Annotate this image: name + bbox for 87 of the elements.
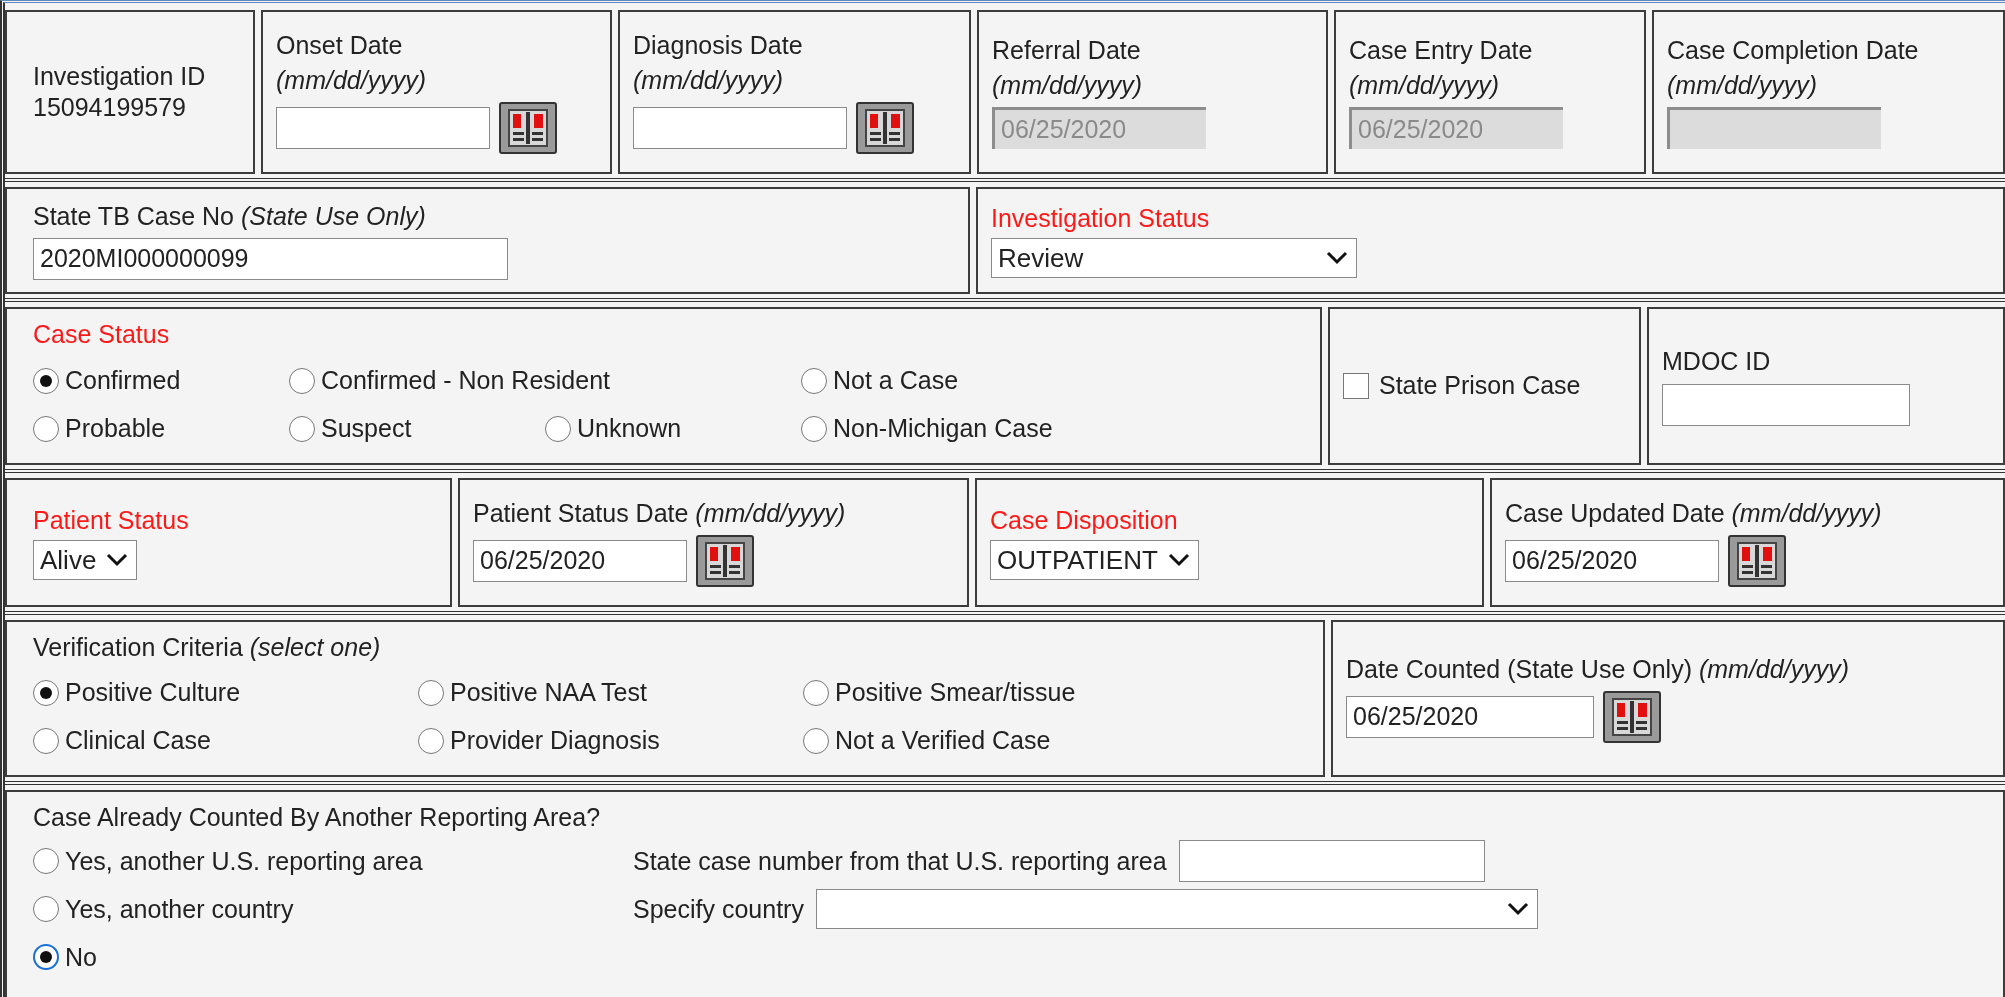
radio-option[interactable]: Confirmed bbox=[33, 361, 181, 400]
dropdown[interactable]: Review bbox=[991, 238, 1357, 279]
field-label: Onset Date bbox=[276, 29, 404, 61]
radio-button[interactable] bbox=[33, 728, 59, 755]
field-label: Diagnosis Date bbox=[633, 29, 804, 61]
checkbox[interactable] bbox=[1343, 373, 1369, 399]
calendar-icon bbox=[705, 542, 745, 581]
radio-button[interactable] bbox=[33, 896, 59, 923]
calendar-button[interactable] bbox=[499, 102, 557, 155]
radio-option[interactable]: Suspect bbox=[289, 409, 412, 448]
field-label: Date Counted (State Use Only) (mm/dd/yyyy) bbox=[1346, 653, 1850, 685]
radio-option[interactable]: Clinical Case bbox=[33, 722, 211, 760]
radio-option[interactable]: Not a Verified Case bbox=[803, 722, 1051, 760]
radio-option[interactable]: Not a Case bbox=[801, 361, 959, 400]
radio-button[interactable] bbox=[803, 728, 829, 755]
field-label: MDOC ID bbox=[1662, 346, 1772, 378]
calendar-button[interactable] bbox=[1728, 535, 1786, 588]
date-field[interactable] bbox=[633, 107, 847, 150]
radio-button[interactable] bbox=[418, 680, 444, 707]
field-label: Case Already Counted By Another Reporting Area? bbox=[33, 802, 602, 833]
format-hint: (mm/dd/yyyy) bbox=[1667, 70, 1818, 101]
radio-button[interactable] bbox=[289, 367, 315, 394]
format-hint: (mm/dd/yyyy) bbox=[276, 65, 427, 96]
format-hint: (mm/dd/yyyy) bbox=[992, 70, 1143, 101]
chevron-down-icon bbox=[106, 553, 129, 568]
date-field[interactable]: 06/25/2020 bbox=[1346, 696, 1594, 739]
format-hint: (mm/dd/yyyy) bbox=[633, 65, 784, 96]
calendar-button[interactable] bbox=[856, 102, 914, 155]
radio-option[interactable]: Positive Culture bbox=[33, 674, 241, 712]
calendar-icon bbox=[508, 109, 548, 148]
radio-option[interactable]: Yes, another country bbox=[33, 890, 294, 928]
date-field[interactable]: 06/25/2020 bbox=[1505, 540, 1719, 583]
dropdown[interactable] bbox=[815, 889, 1538, 930]
calendar-icon bbox=[1612, 698, 1652, 737]
field-label: Case Updated Date (mm/dd/yyyy) bbox=[1505, 497, 1883, 529]
radio-option[interactable]: Probable bbox=[33, 409, 166, 448]
radio-button[interactable] bbox=[33, 680, 59, 707]
text-field[interactable] bbox=[1662, 383, 1910, 426]
field-label: Case Disposition bbox=[990, 504, 1179, 536]
field-label: Case Entry Date bbox=[1349, 34, 1534, 66]
date-field[interactable] bbox=[276, 107, 490, 150]
field-label: Specify country bbox=[633, 893, 804, 925]
radio-option[interactable]: No bbox=[33, 938, 97, 976]
field-label: Case Completion Date bbox=[1667, 34, 1920, 66]
radio-button[interactable] bbox=[418, 728, 444, 755]
radio-button[interactable] bbox=[803, 680, 829, 707]
radio-button[interactable] bbox=[545, 415, 571, 442]
calendar-button[interactable] bbox=[696, 535, 754, 588]
radio-option[interactable]: Unknown bbox=[545, 409, 682, 448]
radio-button[interactable] bbox=[801, 367, 827, 394]
dropdown[interactable]: Alive bbox=[33, 540, 138, 581]
field-label: Case Status bbox=[33, 319, 171, 351]
radio-option[interactable]: Provider Diagnosis bbox=[418, 722, 660, 760]
calendar-icon bbox=[865, 109, 905, 148]
radio-button[interactable] bbox=[33, 848, 59, 875]
radio-option[interactable]: Non-Michigan Case bbox=[801, 409, 1053, 448]
radio-option[interactable]: Yes, another U.S. reporting area bbox=[33, 842, 423, 880]
text-field[interactable]: 2020MI000000099 bbox=[33, 238, 508, 281]
radio-option[interactable]: Positive NAA Test bbox=[418, 674, 647, 712]
chevron-down-icon bbox=[1506, 902, 1529, 917]
dropdown[interactable]: OUTPATIENT bbox=[990, 540, 1199, 581]
field-label: Investigation ID bbox=[33, 60, 207, 92]
field-label: Verification Criteria (select one) bbox=[33, 631, 382, 663]
date-field: 06/25/2020 bbox=[1349, 107, 1563, 150]
text-field[interactable] bbox=[1178, 840, 1485, 883]
radio-option[interactable]: Positive Smear/tissue bbox=[803, 674, 1076, 712]
field-label: State TB Case No (State Use Only) bbox=[33, 200, 427, 232]
field-value: 15094199579 bbox=[33, 92, 187, 123]
date-field: 06/25/2020 bbox=[992, 107, 1206, 150]
format-hint: (mm/dd/yyyy) bbox=[1349, 70, 1500, 101]
chevron-down-icon bbox=[1167, 553, 1190, 568]
field-label: Patient Status Date (mm/dd/yyyy) bbox=[473, 497, 847, 529]
radio-button[interactable] bbox=[801, 415, 827, 442]
field-label: Patient Status bbox=[33, 504, 190, 536]
radio-button[interactable] bbox=[289, 415, 315, 442]
calendar-icon bbox=[1737, 542, 1777, 581]
radio-button[interactable] bbox=[33, 367, 59, 394]
calendar-button[interactable] bbox=[1603, 691, 1661, 744]
radio-button[interactable] bbox=[33, 944, 59, 971]
field-label: State case number from that U.S. reporting area bbox=[633, 845, 1167, 877]
checkbox-option[interactable]: State Prison Case bbox=[1343, 367, 1639, 405]
radio-option[interactable]: Confirmed - Non Resident bbox=[289, 361, 610, 400]
field-label: Referral Date bbox=[992, 34, 1142, 66]
date-field[interactable]: 06/25/2020 bbox=[473, 540, 687, 583]
radio-button[interactable] bbox=[33, 415, 59, 442]
field-label: Investigation Status bbox=[991, 202, 1211, 234]
chevron-down-icon bbox=[1326, 251, 1348, 266]
